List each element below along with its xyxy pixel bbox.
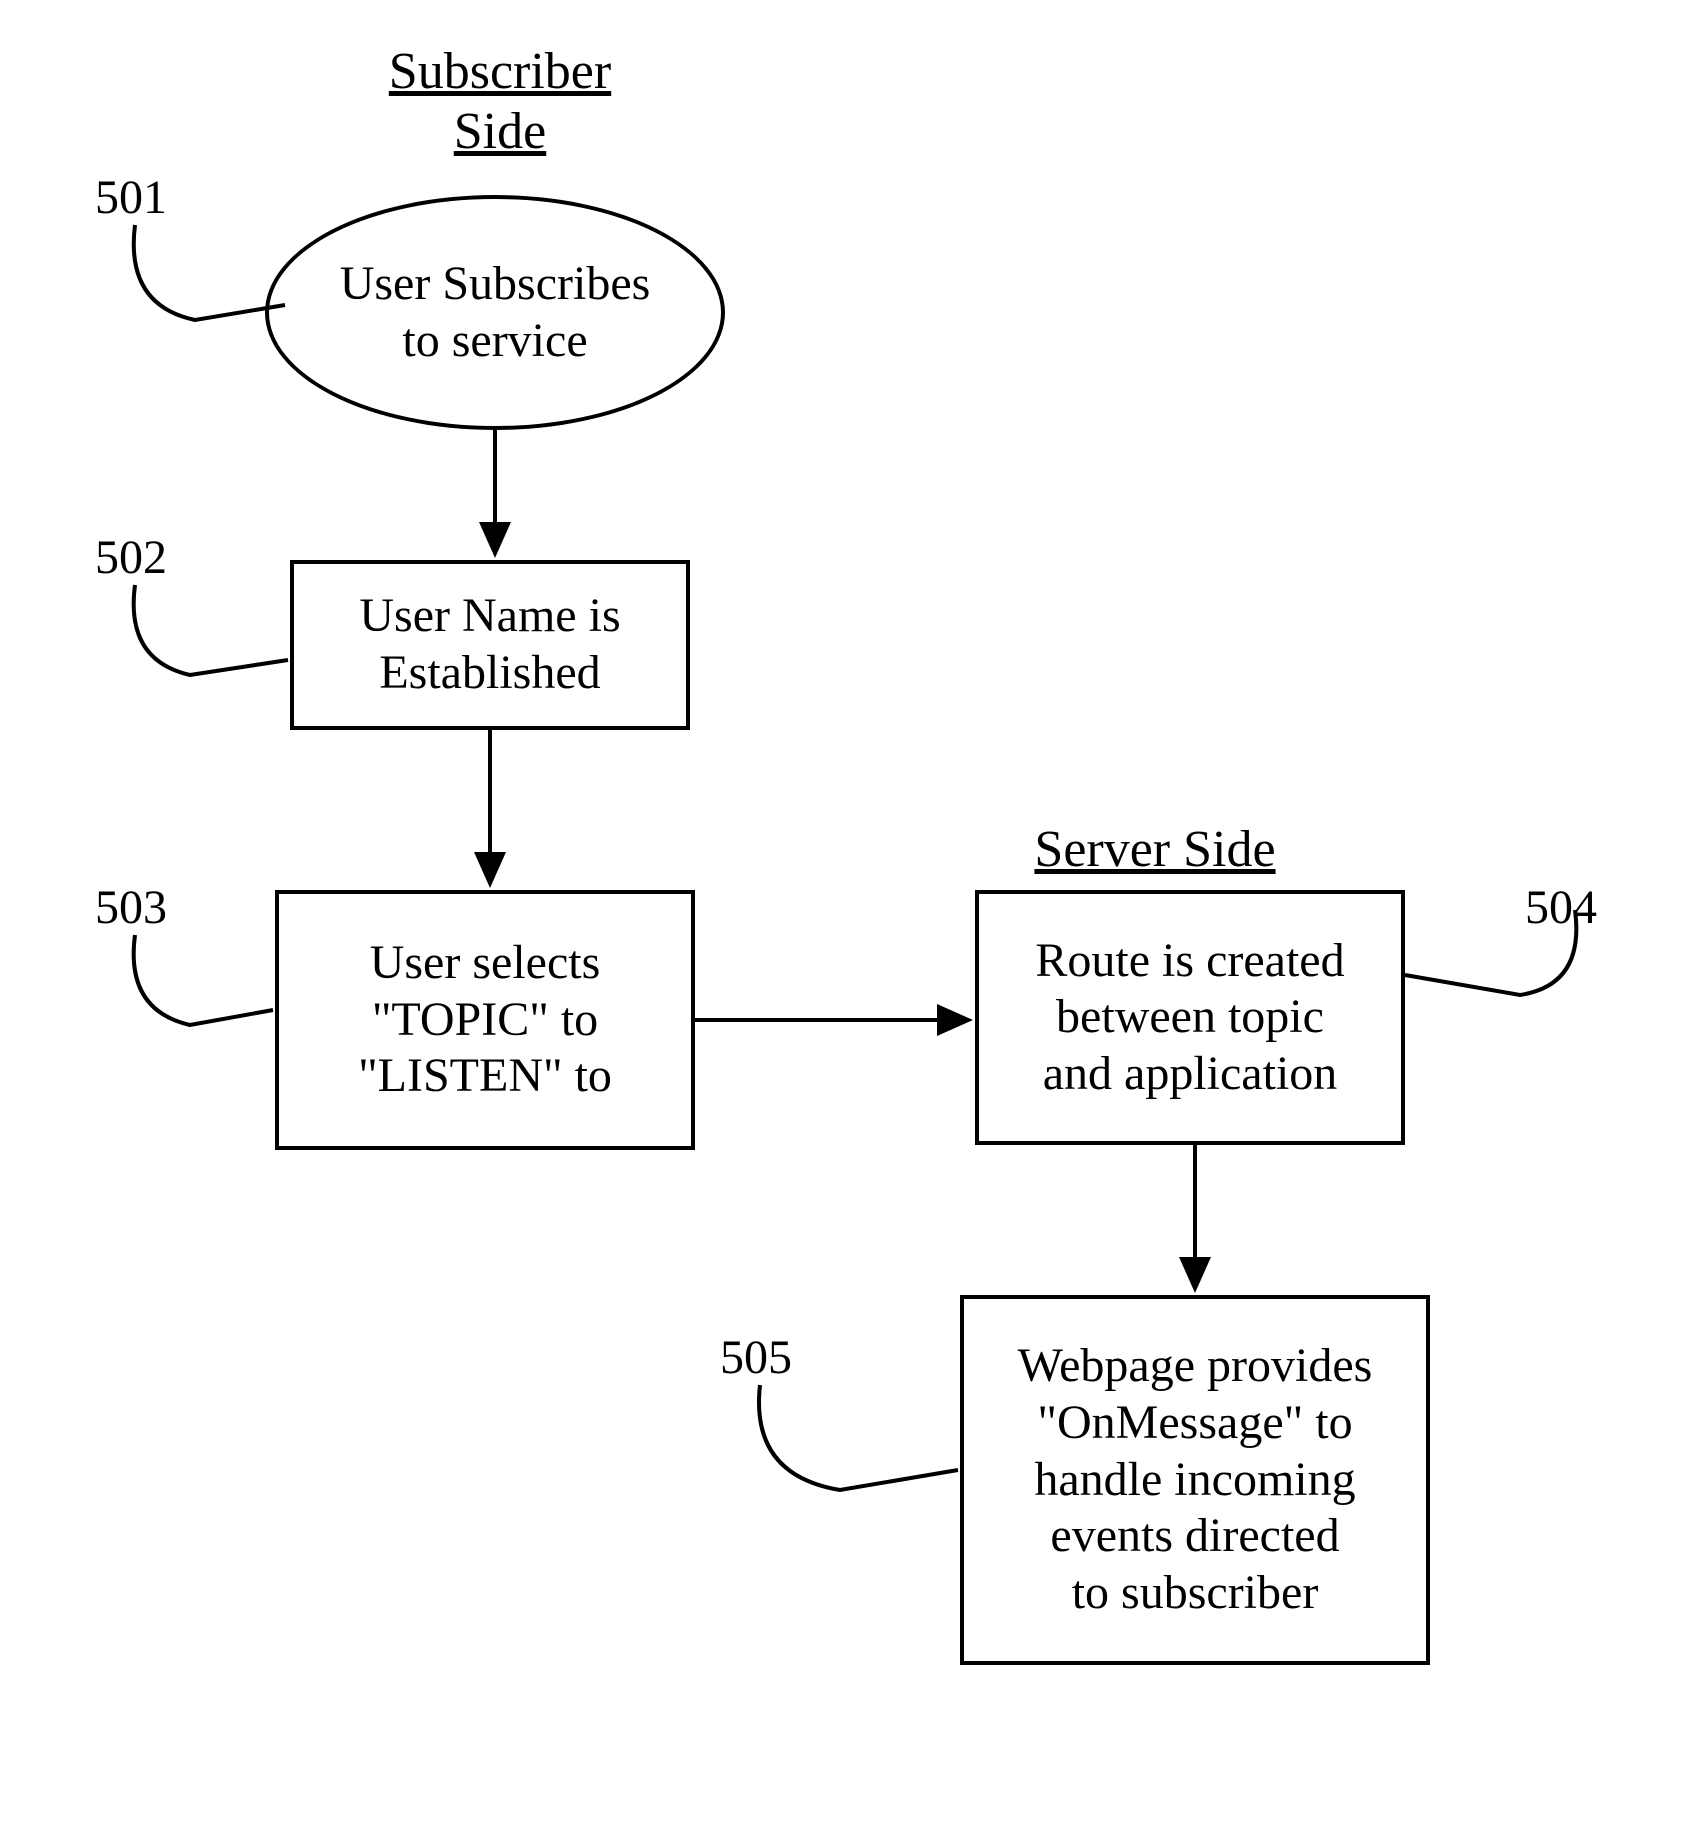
node-502-text: User Name isEstablished <box>359 588 620 701</box>
node-504-box: Route is createdbetween topicand applica… <box>975 890 1405 1145</box>
ref-label-505: 505 <box>720 1330 792 1385</box>
ref-label-501: 501 <box>95 170 167 225</box>
node-505-box: Webpage provides"OnMessage" tohandle inc… <box>960 1295 1430 1665</box>
arrow-502-to-503 <box>470 730 510 890</box>
node-503-box: User selects"TOPIC" to"LISTEN" to <box>275 890 695 1150</box>
leader-501 <box>120 220 320 340</box>
arrow-503-to-504 <box>695 1000 975 1040</box>
leader-504 <box>1405 905 1605 1015</box>
leader-503 <box>120 930 310 1040</box>
flowchart-canvas: SubscriberSide Server Side User Subscrib… <box>0 0 1685 1823</box>
header-server-side: Server Side <box>1015 820 1295 880</box>
ref-label-503: 503 <box>95 880 167 935</box>
node-501-ellipse: User Subscribesto service <box>265 195 725 430</box>
node-503-text: User selects"TOPIC" to"LISTEN" to <box>358 935 612 1105</box>
leader-505 <box>745 1380 985 1510</box>
header-subscriber-side: SubscriberSide <box>350 42 650 162</box>
node-501-text: User Subscribesto service <box>340 256 651 369</box>
node-505-text: Webpage provides"OnMessage" tohandle inc… <box>1018 1338 1373 1621</box>
ref-label-502: 502 <box>95 530 167 585</box>
arrow-504-to-505 <box>1175 1145 1215 1295</box>
leader-502 <box>120 580 320 690</box>
node-504-text: Route is createdbetween topicand applica… <box>1035 933 1344 1103</box>
node-502-box: User Name isEstablished <box>290 560 690 730</box>
arrow-501-to-502 <box>475 430 515 560</box>
